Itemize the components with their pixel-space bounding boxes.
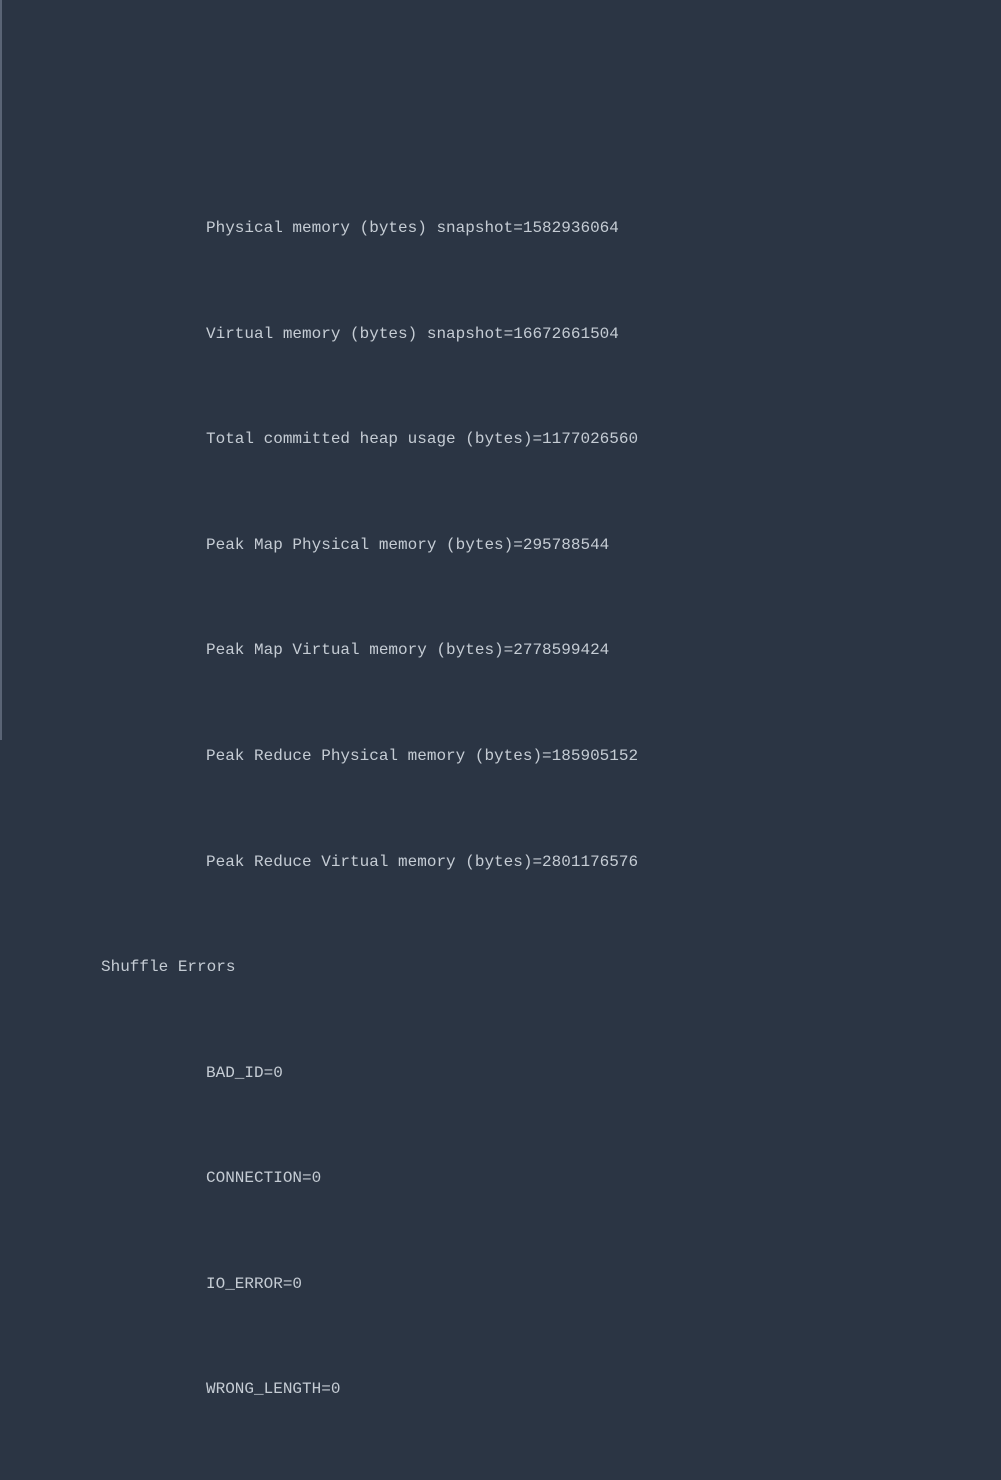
output-line: Total committed heap usage (bytes)=11770… <box>16 422 1001 457</box>
output-line: Physical memory (bytes) snapshot=1582936… <box>16 211 1001 246</box>
output-line: Peak Map Virtual memory (bytes)=27785994… <box>16 633 1001 668</box>
output-line: Peak Reduce Virtual memory (bytes)=28011… <box>16 845 1001 880</box>
terminal-output: Physical memory (bytes) snapshot=1582936… <box>2 141 1001 1480</box>
output-line: CONNECTION=0 <box>16 1161 1001 1196</box>
output-section-header: Shuffle Errors <box>16 950 1001 985</box>
output-line: Peak Reduce Physical memory (bytes)=1859… <box>16 739 1001 774</box>
output-line: WRONG_LENGTH=0 <box>16 1372 1001 1407</box>
output-line: Virtual memory (bytes) snapshot=16672661… <box>16 317 1001 352</box>
output-line: IO_ERROR=0 <box>16 1267 1001 1302</box>
output-line: WRONG_MAP=0 <box>16 1478 1001 1480</box>
output-line: BAD_ID=0 <box>16 1056 1001 1091</box>
output-line: Peak Map Physical memory (bytes)=2957885… <box>16 528 1001 563</box>
